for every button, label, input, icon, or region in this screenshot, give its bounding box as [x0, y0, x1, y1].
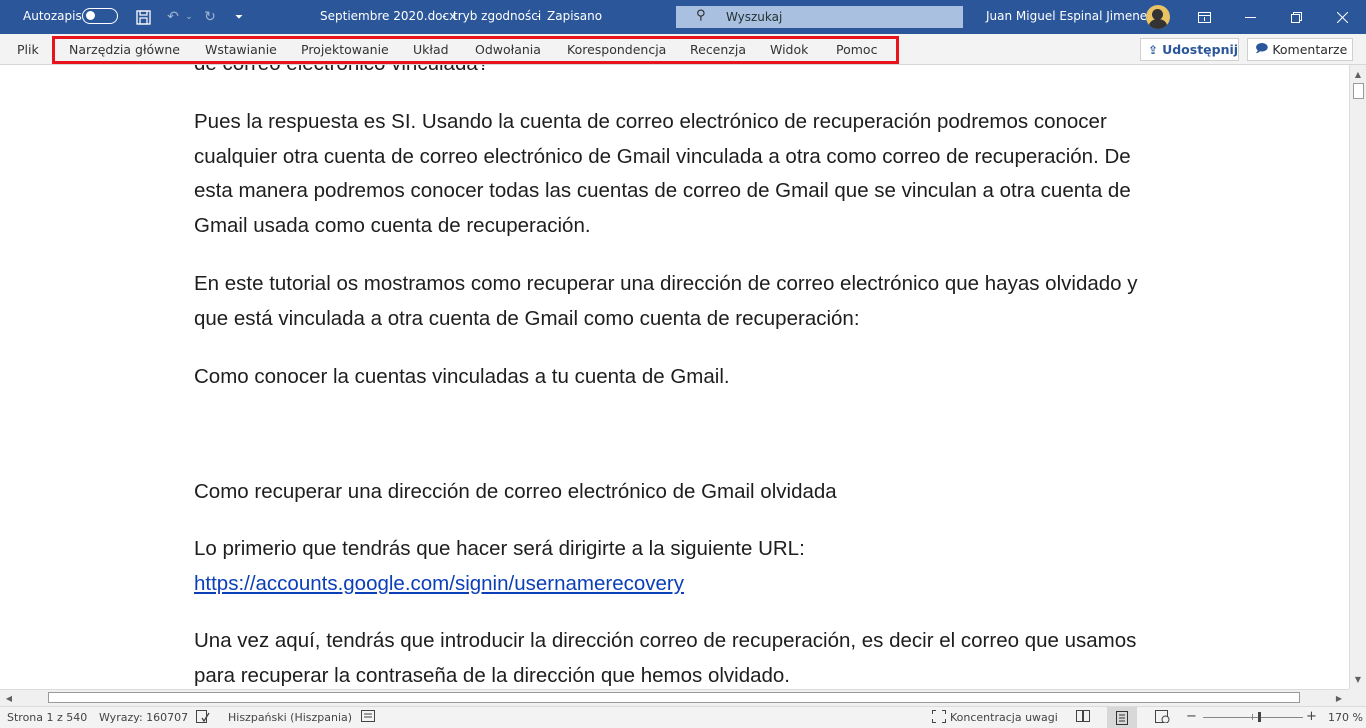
- language[interactable]: Hiszpański (Hiszpania): [228, 711, 352, 724]
- autosave-toggle[interactable]: [82, 8, 118, 24]
- zoom-out-button[interactable]: −: [1186, 709, 1197, 724]
- title-separator: -: [442, 9, 447, 23]
- user-name[interactable]: Juan Miguel Espinal Jimenez: [986, 9, 1153, 23]
- paragraph-5-text: Lo primerio que tendrás que hacer será d…: [194, 537, 805, 560]
- close-icon[interactable]: [1319, 0, 1365, 34]
- ribbon-display-options-icon[interactable]: [1181, 0, 1227, 34]
- print-layout-icon[interactable]: [1107, 707, 1137, 728]
- comments-label: Komentarze: [1272, 42, 1348, 57]
- recovery-url-link[interactable]: https://accounts.google.com/signin/usern…: [194, 572, 684, 595]
- doc-name: Septiembre 2020.docx: [320, 9, 457, 23]
- paragraph-line-top: de correo electrónico vinculada?: [194, 65, 1174, 82]
- scrollbar-corner: [1349, 689, 1366, 706]
- tab-insert[interactable]: Wstawianie: [205, 42, 277, 57]
- share-button[interactable]: ⇪ Udostępnij: [1140, 38, 1239, 61]
- zoom-level[interactable]: 170 %: [1328, 711, 1363, 724]
- tab-file[interactable]: Plik: [17, 42, 39, 57]
- redo-icon[interactable]: ↻: [200, 7, 220, 27]
- focus-icon[interactable]: [932, 710, 946, 726]
- vertical-scroll-thumb[interactable]: [1353, 83, 1364, 99]
- toggle-knob: [86, 11, 95, 20]
- search-icon: ⚲: [696, 8, 706, 23]
- zoom-slider-track[interactable]: [1203, 717, 1303, 718]
- tab-help[interactable]: Pomoc: [836, 42, 877, 57]
- page-count[interactable]: Strona 1 z 540: [7, 711, 87, 724]
- save-icon[interactable]: [133, 7, 153, 27]
- minimize-icon[interactable]: [1227, 0, 1273, 34]
- scroll-down-icon[interactable]: ▼: [1350, 671, 1366, 687]
- tab-layout[interactable]: Układ: [413, 42, 449, 57]
- focus-mode-label[interactable]: Koncentracja uwagi: [950, 711, 1058, 724]
- paragraph-2: En este tutorial os mostramos como recup…: [194, 272, 1138, 330]
- scroll-left-icon[interactable]: ◀: [1, 690, 17, 706]
- ribbon-tab-bar: Plik Narzędzia główne Wstawianie Projekt…: [0, 34, 1366, 65]
- horizontal-scroll-thumb[interactable]: [48, 692, 1300, 703]
- compat-mode: tryb zgodności: [453, 9, 542, 23]
- paragraph-3: Como conocer la cuentas vinculadas a tu …: [194, 365, 730, 388]
- paragraph-1: Pues la respuesta es SI. Usando la cuent…: [194, 110, 1131, 237]
- title-separator: -: [536, 9, 541, 23]
- customize-qat-icon[interactable]: ⏷: [229, 7, 249, 27]
- status-bar: Strona 1 z 540 Wyrazy: 160707 Hiszpański…: [0, 706, 1366, 728]
- paragraph-5: Lo primerio que tendrás que hacer será d…: [194, 532, 1174, 601]
- scroll-right-icon[interactable]: ▶: [1331, 690, 1347, 706]
- tab-home[interactable]: Narzędzia główne: [69, 42, 180, 57]
- tab-mailings[interactable]: Korespondencja: [567, 42, 666, 57]
- heading-recover: Como recuperar una dirección de correo e…: [194, 480, 837, 503]
- search-placeholder: Wyszukaj: [726, 10, 783, 24]
- document-canvas[interactable]: de correo electrónico vinculada? Pues la…: [0, 65, 1349, 689]
- vertical-scrollbar[interactable]: ▲ ▼: [1349, 65, 1366, 689]
- zoom-in-button[interactable]: +: [1306, 709, 1317, 724]
- tab-review[interactable]: Recenzja: [690, 42, 746, 57]
- share-icon: ⇪: [1148, 42, 1159, 57]
- tab-references[interactable]: Odwołania: [475, 42, 541, 57]
- tab-view[interactable]: Widok: [770, 42, 808, 57]
- autosave-label: Autozapis: [23, 9, 82, 23]
- zoom-slider-midmark: [1252, 714, 1253, 720]
- read-mode-icon[interactable]: [1076, 710, 1090, 725]
- restore-icon[interactable]: [1273, 0, 1319, 34]
- web-layout-icon[interactable]: [1155, 710, 1170, 726]
- proofing-icon[interactable]: [196, 710, 210, 726]
- comment-icon: 🗩: [1255, 41, 1269, 55]
- share-label: Udostępnij: [1162, 42, 1239, 57]
- save-status: Zapisano: [547, 9, 603, 23]
- paragraph-6: Una vez aquí, tendrás que introducir la …: [194, 629, 1137, 687]
- undo-dropdown-icon[interactable]: ⌄: [179, 7, 199, 27]
- search-input[interactable]: ⚲ Wyszukaj: [676, 6, 963, 28]
- avatar[interactable]: [1146, 5, 1170, 29]
- horizontal-scrollbar[interactable]: ◀ ▶: [0, 689, 1349, 706]
- comments-button[interactable]: 🗩 Komentarze: [1247, 38, 1353, 61]
- title-bar: Autozapis ↶ ⌄ ↻ ⏷ Septiembre 2020.docx -…: [0, 0, 1366, 34]
- word-count[interactable]: Wyrazy: 160707: [99, 711, 188, 724]
- zoom-slider-thumb[interactable]: [1258, 712, 1261, 722]
- scroll-up-icon[interactable]: ▲: [1350, 66, 1366, 82]
- tab-design[interactable]: Projektowanie: [301, 42, 389, 57]
- accessibility-icon[interactable]: [361, 710, 375, 725]
